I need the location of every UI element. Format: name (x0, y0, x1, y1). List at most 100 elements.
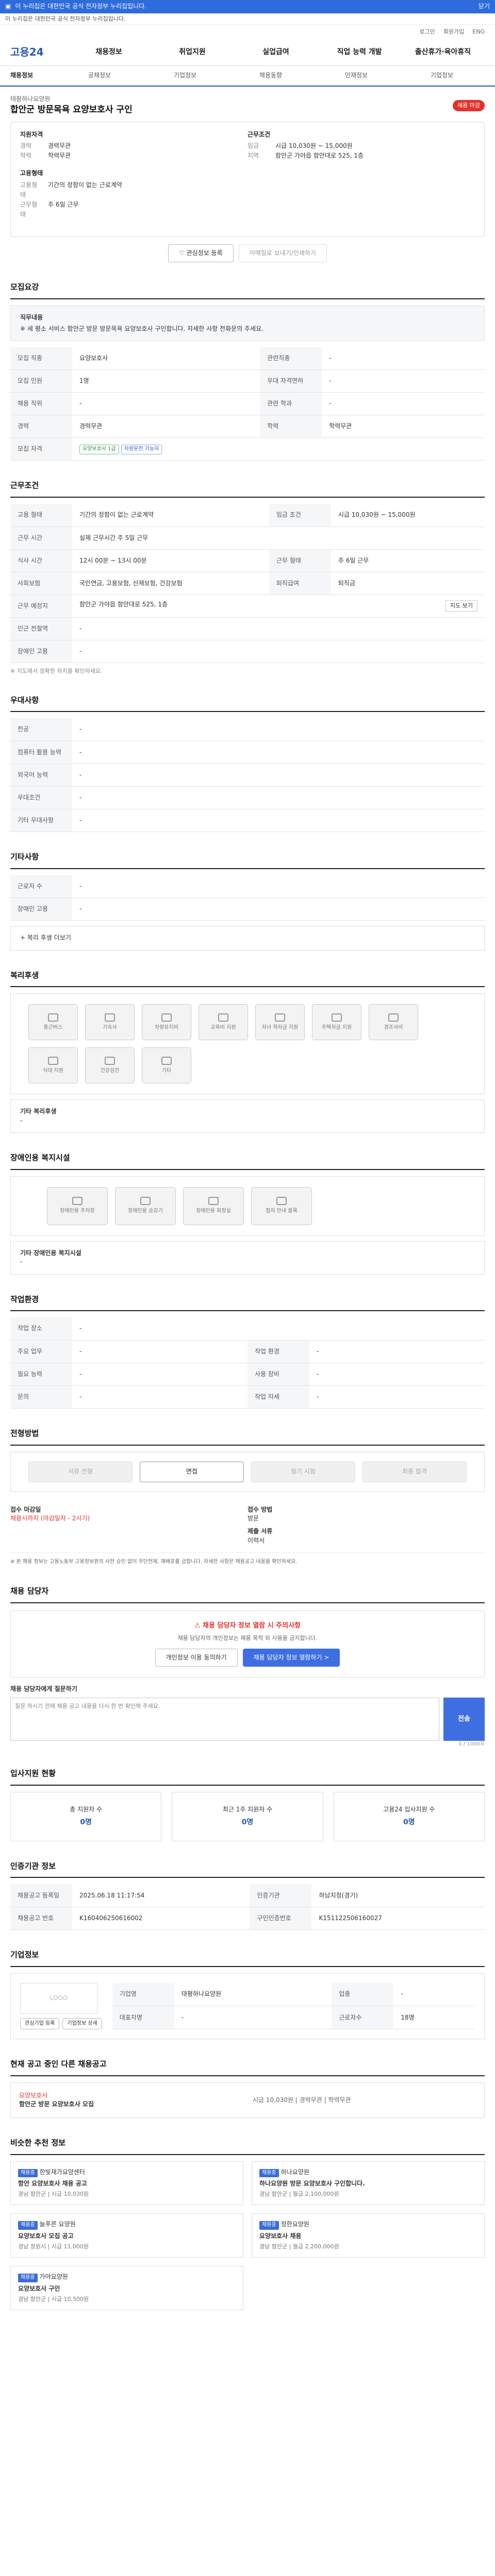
bookmark-button[interactable]: ♡ 관심정보 등록 (168, 244, 234, 263)
section-accessibility: 장애인용 복지시설 장애인용 주차장 장애인용 승강기 장애인용 화장실 점자 … (10, 1153, 485, 1275)
nav-item[interactable]: 출산휴가·육아휴직 (401, 47, 485, 57)
alert-icon: ⚠ (194, 1621, 203, 1630)
selection-steps: 서류 전형 면접 필기 시험 최종 합격 (10, 1451, 485, 1492)
site-logo[interactable]: 고용24 (10, 45, 67, 60)
license-tag: 차량운전 가능자 (121, 445, 162, 454)
facility-item: 장애인용 승강기 (115, 1187, 176, 1225)
map-button[interactable]: 지도 보기 (446, 600, 477, 612)
welfare-item: 교육비 지원 (199, 1004, 248, 1041)
flag-icon: ▣ (5, 3, 11, 10)
section-selection: 전형방법 서류 전형 면접 필기 시험 최종 합격 접수 마감일 채용시까지 (마… (10, 1428, 485, 1566)
nav-item[interactable]: 실업급여 (234, 47, 318, 57)
welfare-item: 주택자금 지원 (312, 1004, 361, 1041)
home-icon (332, 1013, 342, 1022)
recruit-table: 모집 직종 요양보호사 관련직종 - 모집 인원 1명 우대 자격면허 - 채용 직위 - 관련… (10, 347, 485, 461)
stat-card: 고용24 입사지원 수 0명 (333, 1791, 485, 1841)
send-button[interactable]: 전송 (443, 1698, 485, 1741)
sub-nav: 채용정보 공채정보 기업정보 채용동향 인재정보 기업정보 (0, 66, 495, 87)
gov-banner: ▣ 이 누리집은 대한민국 공식 전자정부 누리집입니다. 닫기 (0, 0, 495, 13)
welfare-item: 통근버스 (28, 1004, 78, 1041)
recommend-card[interactable]: 채용중 가야요양원 요양보호사 구인 경남 함안군 | 시급 10,500원 (10, 2266, 243, 2310)
section-other-jobs: 현재 공고 중인 다른 채용공고 요양보호사 함안군 방문 요양보호사 모집 시급… (10, 2059, 485, 2118)
section-recruit: 모집요강 직무내용 ※ 세 평소 서비스 함안군 방문 방문목욕 요양보호사 구… (10, 282, 485, 461)
section-title: 작업환경 (10, 1294, 485, 1312)
book-icon (218, 1013, 228, 1022)
main-nav: 고용24 채용정보 취업지원 실업급여 직업 능력 개발 출산휴가·육아휴직 (0, 39, 495, 66)
company-detail-button[interactable]: 기업정보 상세 (62, 2018, 102, 2030)
child-icon (275, 1013, 285, 1022)
sub-nav-item[interactable]: 채용동향 (228, 71, 314, 80)
house-icon (105, 1013, 115, 1022)
section-conditions: 근무조건 고용 형태 기간의 정함이 없는 근로계약 임금 조건 시급 10,030원… (10, 480, 485, 675)
job-description: 직무내용 ※ 세 평소 서비스 함안군 방문 방문목욕 요양보호사 구인합니다.… (10, 306, 485, 341)
section-stats: 입사지원 현황 총 지원자 수 0명 최근 1주 지원자 수 0명 고용24 입사지… (10, 1768, 485, 1841)
sub-nav-title: 채용정보 (10, 72, 34, 79)
section-title: 전형방법 (10, 1428, 485, 1446)
car-icon (161, 1013, 172, 1022)
section-title: 현재 공고 중인 다른 채용공고 (10, 2059, 485, 2076)
company-name[interactable]: 태평하나요양원 (10, 95, 133, 104)
question-input[interactable]: 질문 하시기 전에 채용 공고 내용을 다시 한 번 확인해 주세요. (10, 1698, 439, 1741)
job-header: 태평하나요양원 합안군 방문목욕 요양보호사 구인 채용 마감 (10, 95, 485, 116)
nav-item[interactable]: 직업 능력 개발 (318, 47, 401, 57)
section-recommend: 비슷한 추천 정보 채용중 한빛재가요양센터 함안 요양보호사 채용 공고 경남 함안… (10, 2138, 485, 2310)
section-company: 기업정보 LOGO 관심기업 등록 기업정보 상세 기업명 태평하나요양원 업종 - … (10, 1950, 485, 2040)
section-title: 복리후생 (10, 970, 485, 988)
welfare-item: 기타 (142, 1047, 191, 1084)
stat-card: 총 지원자 수 0명 (10, 1791, 162, 1841)
recommend-card[interactable]: 채용중 정한요양원 요양보호사 채용 경남 함안군 | 월급 2,200,000원 (252, 2213, 485, 2258)
view-contact-button[interactable]: 채용 담당자 정보 열람하기 > (242, 1648, 340, 1667)
lang-link[interactable]: ENG (472, 28, 485, 36)
section-title: 비슷한 추천 정보 (10, 2138, 485, 2155)
section-title: 기타사항 (10, 852, 485, 869)
contact-warning: ⚠ 채용 담당자 정보 열람 시 주의사항 채용 담당자의 개인정보는 채용 목… (10, 1610, 485, 1678)
license-tag: 요양보호사 1급 (79, 445, 119, 454)
welfare-item: 건강검진 (85, 1047, 135, 1084)
section-title: 채용 담당자 (10, 1586, 485, 1603)
welfare-item: 차량유지비 (142, 1004, 191, 1041)
step-item: 최종 합격 (362, 1461, 467, 1482)
section-title: 인증기관 정보 (10, 1861, 485, 1878)
parking-icon (72, 1197, 82, 1206)
nav-item[interactable]: 취업지원 (151, 47, 234, 57)
job-title: 합안군 방문목욕 요양보호사 구인 (10, 105, 133, 115)
heart-icon: ♡ (179, 249, 187, 257)
login-link[interactable]: 로그인 (419, 28, 435, 36)
section-title: 우대사항 (10, 695, 485, 713)
more-toggle[interactable]: + 복리 후생 더보기 (10, 926, 485, 951)
welfare-item: 식대 지원 (28, 1047, 78, 1084)
section-title: 입사지원 현황 (10, 1768, 485, 1786)
facility-item: 점자 안내 블록 (251, 1187, 312, 1225)
etc-icon (161, 1056, 172, 1065)
char-counter: 0 / 1000자 (458, 1741, 485, 1748)
step-item: 서류 전형 (28, 1461, 133, 1482)
section-title: 기업정보 (10, 1950, 485, 1967)
follow-company-button[interactable]: 관심기업 등록 (20, 2018, 60, 2030)
sub-nav-item[interactable]: 인재정보 (314, 71, 399, 80)
section-etc: 기타사항 근로자 수- 장애인 고용 - + 복리 후생 더보기 (10, 852, 485, 951)
apply-info: 접수 마감일 채용시까지 (마감일자 - 2시기) 접수 방법 방문 제출 서류 이력… (10, 1498, 485, 1553)
gov-banner-text: 이 누리집은 대한민국 공식 전자정부 누리집입니다. (15, 3, 147, 10)
section-title: 근무조건 (10, 480, 485, 498)
section-contact: 채용 담당자 ⚠ 채용 담당자 정보 열람 시 주의사항 채용 담당자의 개인정… (10, 1586, 485, 1749)
sub-nav-item[interactable]: 기업정보 (399, 71, 485, 80)
consent-button[interactable]: 개인정보 이용 동의하기 (155, 1648, 238, 1667)
sub-nav-item[interactable]: 기업정보 (142, 71, 228, 80)
step-item: 필기 시험 (251, 1461, 355, 1482)
util-nav: 로그인 회원가입 ENG (0, 25, 495, 39)
section-title: 모집요강 (10, 282, 485, 300)
restroom-icon (208, 1197, 219, 1206)
other-job-card[interactable]: 요양보호사 함안군 방문 요양보호사 모집 시급 10,030원 | 경력무관 |… (10, 2082, 485, 2118)
facility-item: 장애인용 주차장 (47, 1187, 108, 1225)
recommend-card[interactable]: 채용중 늘푸른 요양원 요양보호사 모집 공고 경남 창원시 | 시급 11,000원 (10, 2213, 243, 2258)
bus-icon (48, 1013, 58, 1022)
section-preference: 우대사항 전공 - 컴퓨터 활용 능력 - 외국어 능력 - 우대조건 - 기타 우대사… (10, 695, 485, 832)
close-button[interactable]: 닫기 (478, 2, 490, 11)
signup-link[interactable]: 회원가입 (443, 28, 464, 36)
sub-nav-item[interactable]: 공채정보 (57, 71, 142, 80)
share-button[interactable]: 이메일로 보내기/인쇄하기 (238, 244, 327, 263)
nav-item[interactable]: 채용정보 (67, 47, 151, 57)
welfare-grid: 통근버스 기숙사 차량유지비 교육비 지원 자녀 학자금 지원 주택자금 지원 … (10, 993, 485, 1095)
recommend-card[interactable]: 채용중 하나요양원 하나요양원 방문 요양보호사 구인합니다. 경남 함안군 | 월급… (252, 2161, 485, 2206)
recommend-card[interactable]: 채용중 한빛재가요양센터 함안 요양보호사 채용 공고 경남 함안군 | 시급 10,… (10, 2161, 243, 2206)
